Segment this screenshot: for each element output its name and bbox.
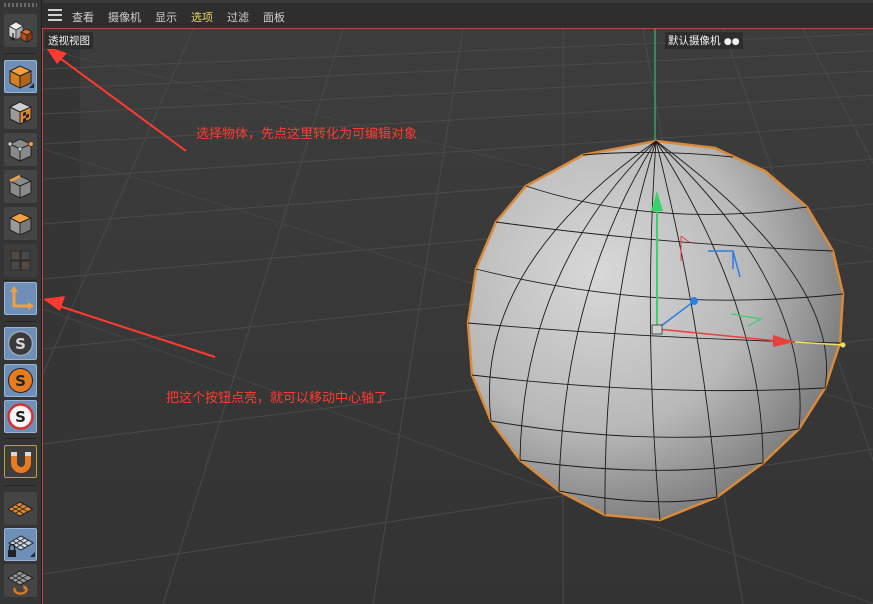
- snap-enable-button[interactable]: S: [4, 364, 37, 397]
- workplane-button[interactable]: [4, 492, 37, 525]
- camera-label[interactable]: 默认摄像机 ●●: [665, 32, 743, 49]
- align-workplane-button[interactable]: [4, 564, 37, 597]
- viewport-scene[interactable]: [43, 29, 873, 604]
- menu-filter[interactable]: 过滤: [227, 9, 249, 25]
- edges-mode-button[interactable]: [4, 170, 37, 203]
- app-window: S S S 查看 摄像机 显示 选项 过滤 面板 透视视图 默认摄像机 ●● 选…: [0, 0, 873, 604]
- axis-icon: [10, 286, 34, 310]
- svg-text:S: S: [15, 372, 26, 390]
- align-workplane-icon: [7, 570, 35, 595]
- left-toolbar: S S S: [0, 0, 42, 604]
- annotation-text-top: 选择物体，先点这里转化为可编辑对象: [196, 127, 418, 142]
- camera-dots-icon: ●●: [723, 37, 740, 47]
- menu-cameras[interactable]: 摄像机: [108, 9, 141, 25]
- menu-display[interactable]: 显示: [155, 9, 177, 25]
- points-mode-icon: [7, 138, 34, 162]
- edges-mode-icon: [8, 174, 33, 199]
- make-editable-icon: [8, 21, 33, 43]
- snap-icon: S: [7, 330, 34, 357]
- annotation-text-bottom: 把这个按钮点亮，就可以移动中心轴了: [166, 391, 388, 406]
- enable-axis-button[interactable]: [4, 282, 37, 315]
- lock-workplane-icon: [8, 535, 35, 557]
- menu-view[interactable]: 查看: [72, 9, 94, 25]
- svg-text:S: S: [15, 408, 26, 426]
- model-mode-icon: [8, 65, 34, 89]
- snap-off-icon: S: [7, 403, 34, 430]
- magnet-button[interactable]: [4, 445, 37, 478]
- snap-off-button[interactable]: S: [4, 400, 37, 433]
- menu-panel[interactable]: 面板: [263, 9, 285, 25]
- uv-mode-icon: [10, 250, 31, 271]
- lock-workplane-button[interactable]: [4, 528, 37, 561]
- uv-mode-button[interactable]: [4, 244, 37, 277]
- polygons-mode-icon: [8, 212, 33, 236]
- workplane-icon: [7, 501, 35, 517]
- menu-icon[interactable]: [48, 9, 62, 21]
- perspective-viewport[interactable]: 透视视图 默认摄像机 ●● 选择物体，先点这里转化为可编辑对象 把这个按钮点亮，…: [42, 29, 873, 604]
- snap-orange-icon: S: [8, 368, 33, 393]
- points-mode-button[interactable]: [4, 133, 37, 166]
- snap-settings-button[interactable]: S: [4, 327, 37, 360]
- texture-mode-button[interactable]: [4, 96, 37, 129]
- camera-label-text: 默认摄像机: [668, 35, 721, 47]
- toolbar-grip[interactable]: [4, 3, 37, 7]
- svg-text:S: S: [15, 335, 26, 353]
- make-editable-button[interactable]: [4, 14, 37, 47]
- model-mode-button[interactable]: [4, 60, 37, 93]
- polygons-mode-button[interactable]: [4, 207, 37, 240]
- menu-options[interactable]: 选项: [191, 9, 213, 25]
- viewport-menubar: 查看 摄像机 显示 选项 过滤 面板: [42, 0, 873, 29]
- texture-mode-icon: [8, 101, 33, 125]
- view-name-label: 透视视图: [45, 32, 93, 49]
- magnet-icon: [11, 452, 31, 473]
